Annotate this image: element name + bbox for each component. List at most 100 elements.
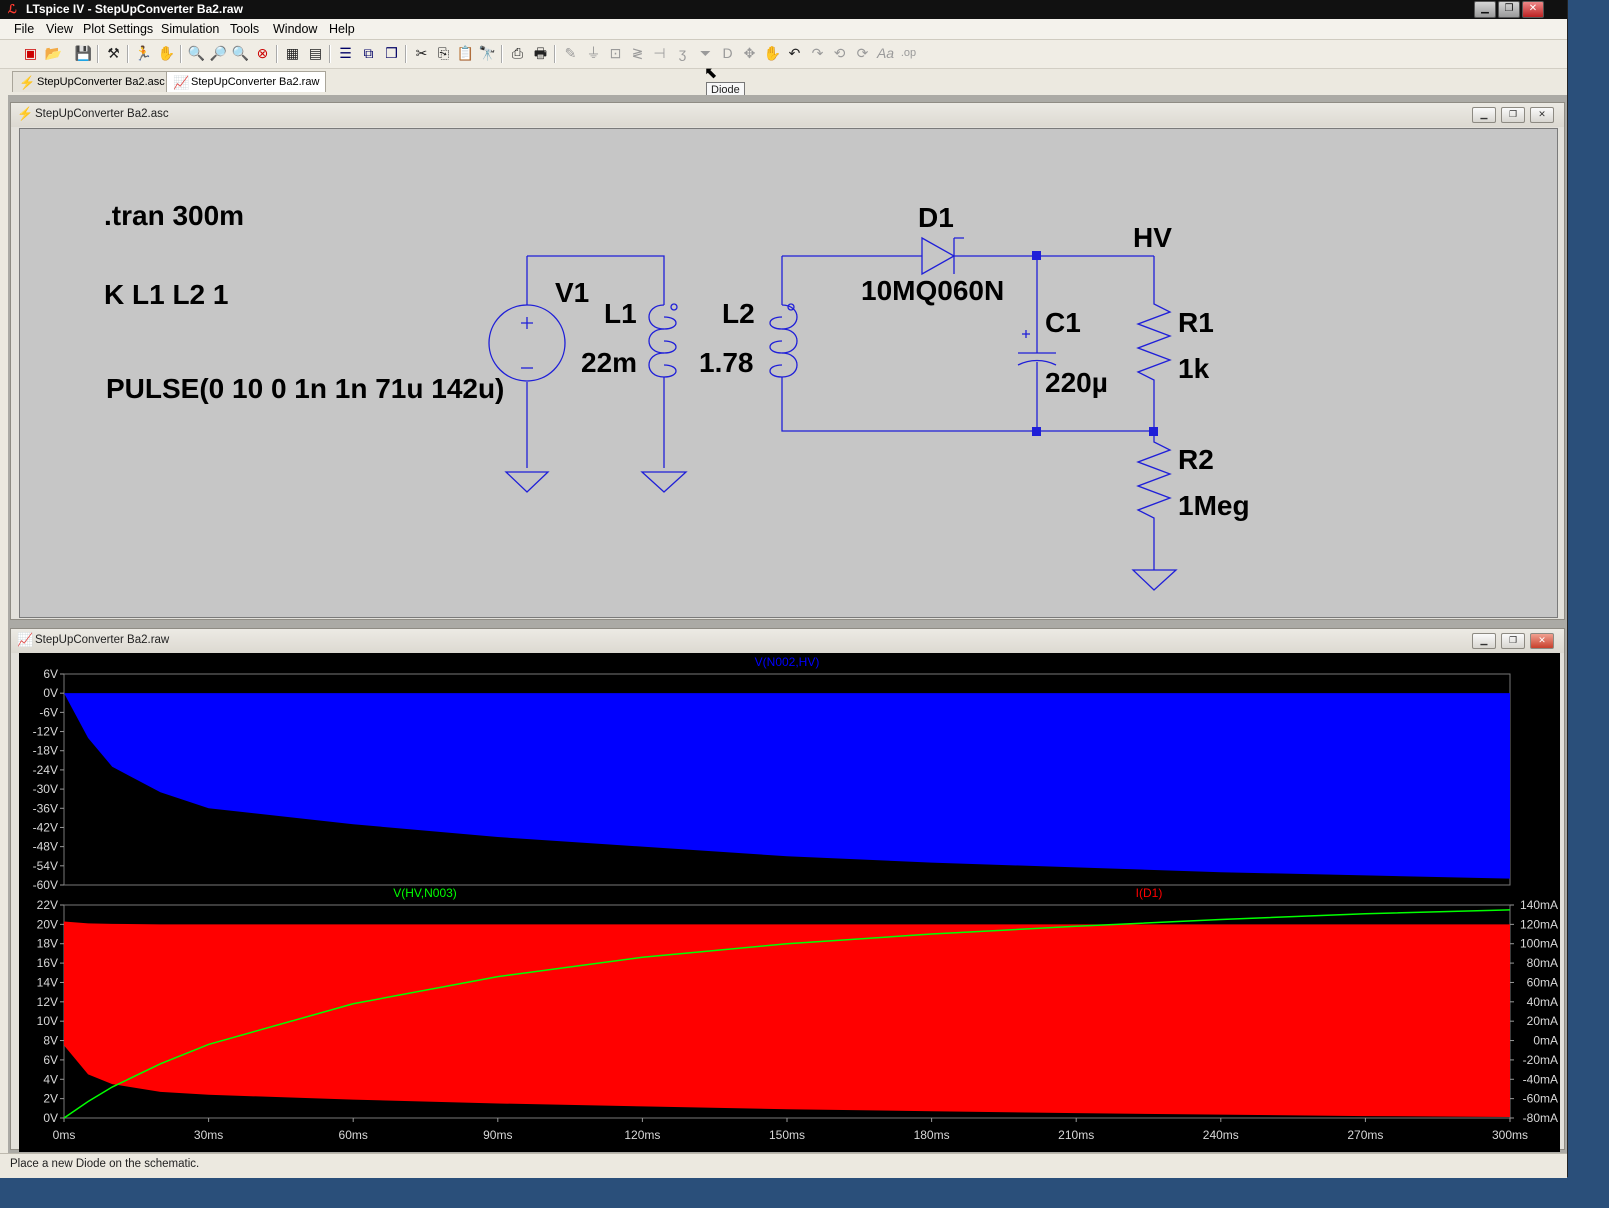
waveform-plot-area[interactable]: 6V 0V -6V -12V -18V -24V -30V -36V -42V -48V -54V -… [19,653,1560,1152]
spice-directive-icon[interactable]: .op [899,44,918,63]
schematic-close-button[interactable]: ✕ [1530,107,1554,123]
l2-value[interactable]: 1.78 [699,347,754,378]
pane2-label-v-hv-n003: V(HV,N003) [393,886,457,900]
pane2-ytick-right-label: 60mA [1527,975,1558,989]
menu-plot-settings[interactable]: Plot Settings [83,22,153,36]
tab-schematic-label: StepUpConverter Ba2.asc [37,76,165,88]
diode-icon[interactable]: ⏷ [696,44,715,63]
directive-tran[interactable]: .tran 300m [104,200,244,231]
copy-icon[interactable]: ⎘ [434,44,453,63]
x-tick-label: 0ms [53,1128,76,1142]
cascade-icon[interactable]: ❒ [382,44,401,63]
title-bar: ℒ LTspice IV - StepUpConverter Ba2.raw ▁… [0,0,1567,19]
x-tick-label: 210ms [1058,1128,1094,1142]
pane1-title: V(N002,HV) [755,655,820,669]
close-button[interactable]: ✕ [1522,1,1544,18]
menu-simulation[interactable]: Simulation [161,22,219,36]
directive-coupling[interactable]: K L1 L2 1 [104,279,228,310]
menu-help[interactable]: Help [329,22,355,36]
d1-value[interactable]: 10MQ060N [861,275,1004,306]
pane2-label-i-d1: I(D1) [1136,886,1163,900]
control-panel-icon[interactable]: ⚒ [104,44,123,63]
tile-vertical-icon[interactable]: ⧉ [359,44,378,63]
schematic-icon: ⚡ [17,106,34,121]
r1-value[interactable]: 1k [1178,353,1210,384]
x-tick-label: 270ms [1347,1128,1383,1142]
zoom-in-icon[interactable]: 🔍 [187,44,206,63]
pan-icon[interactable]: 🔎 [209,44,228,63]
maximize-button[interactable]: ❐ [1498,1,1520,18]
pane1-ytick-label: 0V [43,686,58,700]
waveform-window-title: StepUpConverter Ba2.raw [35,634,170,646]
pane2-ytick-left-label: 0V [43,1111,58,1125]
mirror-icon[interactable]: ⟳ [853,44,872,63]
c1-label[interactable]: C1 [1045,307,1081,338]
d1-label[interactable]: D1 [918,202,954,233]
menu-tools[interactable]: Tools [230,22,259,36]
new-schematic-icon[interactable]: ▣ [21,44,40,63]
minimize-button[interactable]: ▁ [1474,1,1496,18]
series-i-d1 [64,921,1510,1118]
drag-icon[interactable]: ✋ [763,44,782,63]
move-icon[interactable]: ✥ [740,44,759,63]
schematic-canvas[interactable]: .tran 300m K L1 L2 1 PULSE(0 10 0 1n 1n … [19,128,1558,618]
l1-value[interactable]: 22m [581,347,637,378]
autorange-icon[interactable]: ▦ [283,44,302,63]
pane1-ytick-label: -60V [33,878,58,892]
l2-label[interactable]: L2 [722,298,755,329]
pane1-ytick-label: -24V [33,763,58,777]
tab-schematic[interactable]: ⚡ StepUpConverter Ba2.asc [12,71,172,92]
pick-visible-traces-icon[interactable]: ▤ [306,44,325,63]
undo-icon[interactable]: ↶ [785,44,804,63]
pane1-ytick-label: -54V [33,859,58,873]
ltspice-icon: ℒ [8,2,17,16]
v1-value[interactable]: PULSE(0 10 0 1n 1n 71u 142u) [106,373,504,404]
redo-icon[interactable]: ↷ [808,44,827,63]
save-icon[interactable]: 💾 [74,44,93,63]
find-icon[interactable]: 🔭 [478,44,497,63]
x-tick-label: 120ms [624,1128,660,1142]
pane1-ytick-label: -18V [33,744,58,758]
halt-icon[interactable]: ✋ [157,44,176,63]
text-icon[interactable]: Aa [876,44,895,63]
pane2-ytick-left-label: 14V [37,975,58,989]
tab-waveform[interactable]: 📈 StepUpConverter Ba2.raw [166,71,327,92]
tab-waveform-label: StepUpConverter Ba2.raw [191,76,320,88]
schematic-minimize-button[interactable]: ▁ [1472,107,1496,123]
resistor-icon[interactable]: ≷ [628,44,647,63]
r2-value[interactable]: 1Meg [1178,490,1250,521]
capacitor-icon[interactable]: ⊣ [650,44,669,63]
x-tick-label: 180ms [914,1128,950,1142]
l1-label[interactable]: L1 [604,298,637,329]
hv-net-label[interactable]: HV [1133,222,1172,253]
waveform-minimize-button[interactable]: ▁ [1472,633,1496,649]
schematic-maximize-button[interactable]: ❐ [1501,107,1525,123]
r2-label[interactable]: R2 [1178,444,1214,475]
run-icon[interactable]: 🏃 [134,44,153,63]
pane2-ytick-right-label: 120mA [1520,917,1558,931]
paste-icon[interactable]: 📋 [456,44,475,63]
waveform-close-button[interactable]: ✕ [1530,633,1554,649]
label-net-icon[interactable]: ⊡ [606,44,625,63]
menu-file[interactable]: File [14,22,34,36]
rotate-icon[interactable]: ⟲ [830,44,849,63]
print-icon[interactable]: 🖶 [531,44,550,63]
zoom-fit-icon[interactable]: ⊗ [253,44,272,63]
menu-window[interactable]: Window [273,22,317,36]
open-icon[interactable]: 📂 [44,44,63,63]
component-icon[interactable]: D [718,44,737,63]
ground-icon[interactable]: ⏚ [584,44,603,63]
tile-horizontal-icon[interactable]: ☰ [336,44,355,63]
inductor-icon[interactable]: ʒ [673,44,692,63]
waveform-maximize-button[interactable]: ❐ [1501,633,1525,649]
zoom-out-icon[interactable]: 🔍 [231,44,250,63]
pane2-ytick-left-label: 16V [37,956,58,970]
v1-label[interactable]: V1 [555,277,589,308]
print-setup-icon[interactable]: ⎙ [508,44,527,63]
pane2-ytick-right-label: -20mA [1523,1053,1558,1067]
c1-value[interactable]: 220µ [1045,367,1108,398]
cut-icon[interactable]: ✂ [412,44,431,63]
r1-label[interactable]: R1 [1178,307,1214,338]
menu-view[interactable]: View [46,22,73,36]
wire-icon[interactable]: ✎ [561,44,580,63]
